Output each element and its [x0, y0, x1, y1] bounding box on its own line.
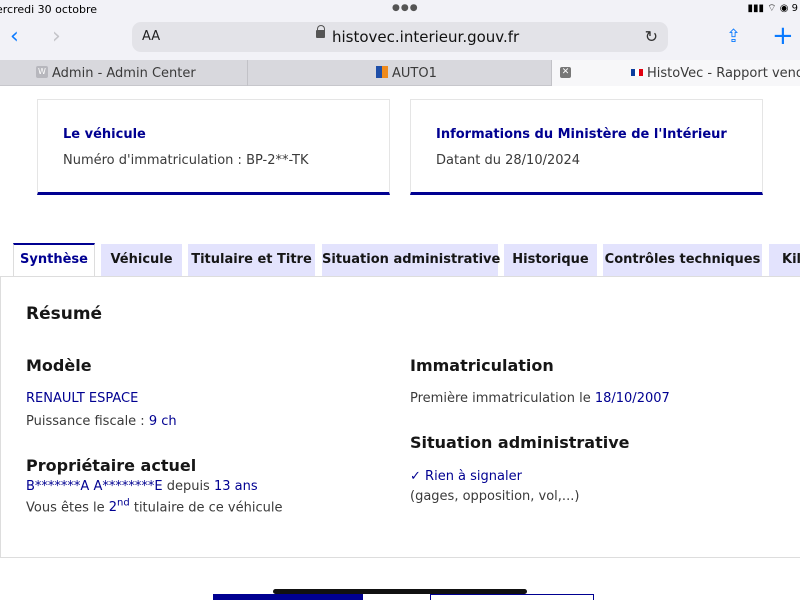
- wordpress-favicon-icon: W: [36, 66, 48, 78]
- browser-tab-histovec[interactable]: ✕ HistoVec - Rapport vendeur: [552, 60, 800, 86]
- tab-vehicule[interactable]: Véhicule: [101, 244, 182, 276]
- text-size-button[interactable]: AA: [142, 29, 160, 44]
- browser-tab-label: AUTO1: [392, 66, 437, 81]
- report-tabs: Synthèse Véhicule Titulaire et Titre Sit…: [0, 243, 800, 277]
- ministry-date: Datant du 28/10/2024: [436, 153, 581, 168]
- status-date: ercredi 30 octobre: [0, 3, 98, 16]
- browser-tab-admin[interactable]: W Admin - Admin Center: [0, 60, 248, 86]
- auto1-favicon-icon: [376, 66, 388, 78]
- page-content: Le véhicule Numéro d'immatriculation : B…: [0, 87, 800, 600]
- browser-tab-label: HistoVec - Rapport vendeur: [647, 66, 800, 81]
- check-icon: ✓: [410, 469, 421, 484]
- url-text[interactable]: histovec.interieur.gouv.fr: [332, 28, 519, 46]
- admin-situation-heading: Situation administrative: [410, 433, 630, 452]
- fiscal-power: Puissance fiscale : 9 ch: [26, 414, 177, 429]
- summary-title: Résumé: [26, 304, 103, 324]
- multitask-dots-icon[interactable]: ●●●: [392, 3, 419, 13]
- primary-action-button[interactable]: [213, 594, 363, 600]
- model-heading: Modèle: [26, 356, 92, 375]
- owner-heading: Propriétaire actuel: [26, 456, 197, 475]
- share-icon[interactable]: ⇪: [726, 26, 741, 47]
- ministry-card-title: Informations du Ministère de l'Intérieur: [436, 127, 727, 142]
- synthese-panel: Résumé Modèle RENAULT ESPACE Puissance f…: [0, 276, 800, 558]
- tab-situation[interactable]: Situation administrative: [322, 244, 500, 276]
- back-chevron-icon[interactable]: ‹: [10, 24, 19, 49]
- model-name: RENAULT ESPACE: [26, 391, 139, 406]
- admin-status: ✓ Rien à signaler: [410, 469, 522, 484]
- close-tab-icon[interactable]: ✕: [560, 67, 571, 78]
- browser-tab-label: Admin - Admin Center: [52, 66, 196, 81]
- admin-status-detail: (gages, opposition, vol,...): [410, 489, 580, 504]
- tab-historique[interactable]: Historique: [504, 244, 597, 276]
- tab-synthese[interactable]: Synthèse: [13, 243, 95, 277]
- forward-chevron-icon[interactable]: ›: [52, 24, 61, 49]
- first-registration: Première immatriculation le 18/10/2007: [410, 391, 670, 406]
- registration-number: Numéro d'immatriculation : BP-2**-TK: [63, 153, 309, 168]
- address-bar[interactable]: AA histovec.interieur.gouv.fr ↻: [132, 22, 668, 52]
- status-icons: ▮▮▮ ⌔ ◉ 9: [747, 3, 798, 14]
- owner-name: B*******A A********E depuis 13 ans: [26, 479, 258, 494]
- reload-icon[interactable]: ↻: [645, 27, 658, 46]
- vehicle-card: Le véhicule Numéro d'immatriculation : B…: [37, 99, 390, 195]
- browser-tab-bar: W Admin - Admin Center AUTO1 ✕ HistoVec …: [0, 60, 800, 86]
- browser-tab-auto1[interactable]: AUTO1: [248, 60, 552, 86]
- tab-titulaire[interactable]: Titulaire et Titre: [188, 244, 315, 276]
- tab-controles[interactable]: Contrôles techniques: [603, 244, 762, 276]
- french-flag-favicon-icon: [631, 69, 643, 76]
- browser-toolbar: ‹ › AA histovec.interieur.gouv.fr ↻ ⇪ +: [0, 18, 800, 60]
- secondary-action-button[interactable]: [430, 594, 594, 600]
- lock-icon: [316, 25, 325, 39]
- registration-heading: Immatriculation: [410, 356, 554, 375]
- tab-kilometrage[interactable]: Kilo: [769, 244, 800, 276]
- ministry-card: Informations du Ministère de l'Intérieur…: [410, 99, 763, 195]
- owner-rank: Vous êtes le 2nd titulaire de ce véhicul…: [26, 498, 283, 516]
- vehicle-card-title: Le véhicule: [63, 127, 146, 142]
- new-tab-plus-icon[interactable]: +: [772, 21, 794, 51]
- status-bar: ercredi 30 octobre ●●● ▮▮▮ ⌔ ◉ 9: [0, 0, 800, 18]
